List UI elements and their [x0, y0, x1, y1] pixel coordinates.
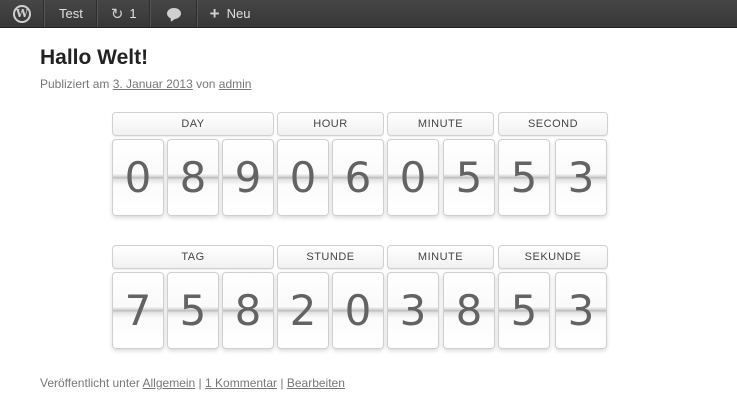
digit: 3: [555, 139, 607, 216]
wordpress-logo-icon: W: [13, 4, 31, 23]
author-link[interactable]: admin: [219, 77, 252, 91]
comment-icon: [166, 8, 181, 19]
footer-prefix: Veröffentlicht unter: [40, 376, 143, 390]
digit: 6: [332, 139, 384, 216]
label-day: DAY: [112, 112, 274, 136]
new-content-button[interactable]: + Neu: [198, 0, 263, 27]
plus-icon: +: [209, 4, 220, 23]
meta-mid: von: [192, 77, 219, 91]
digit: 0: [332, 272, 384, 349]
digit: 8: [443, 272, 495, 349]
digit: 8: [222, 272, 274, 349]
digit: 7: [112, 272, 164, 349]
digit: 3: [555, 272, 607, 349]
post-meta: Publiziert am 3. Januar 2013 von admin: [40, 77, 251, 91]
label-sekunde: SEKUNDE: [498, 245, 608, 269]
label-tag: TAG: [112, 245, 274, 269]
label-stunde: STUNDE: [277, 245, 384, 269]
separator: |: [277, 376, 287, 390]
post-date-link[interactable]: 3. Januar 2013: [113, 77, 193, 91]
digit: 5: [498, 272, 550, 349]
digit: 5: [498, 139, 550, 216]
digit: 8: [167, 139, 219, 216]
label-minute: MINUTE: [387, 112, 494, 136]
refresh-icon: ↻: [110, 5, 124, 23]
wordpress-menu[interactable]: W: [0, 0, 45, 27]
label-minute: MINUTE: [387, 245, 494, 269]
post-footer: Veröffentlicht unter Allgemein | 1 Komme…: [40, 376, 345, 390]
comments-link[interactable]: [151, 0, 198, 27]
digit: 2: [277, 272, 329, 349]
digit: 0: [387, 139, 439, 216]
admin-bar: W Test ↻ 1 + Neu: [0, 0, 737, 28]
updates-count: 1: [129, 6, 137, 21]
site-name-label: Test: [59, 6, 83, 21]
meta-prefix: Publiziert am: [40, 77, 113, 91]
digit: 3: [387, 272, 439, 349]
label-hour: HOUR: [277, 112, 384, 136]
site-name-link[interactable]: Test: [45, 0, 98, 27]
digit: 5: [167, 272, 219, 349]
category-link[interactable]: Allgemein: [143, 376, 196, 390]
updates-link[interactable]: ↻ 1: [98, 0, 151, 27]
label-second: SECOND: [498, 112, 608, 136]
digit: 5: [443, 139, 495, 216]
digit: 0: [112, 139, 164, 216]
digit: 9: [222, 139, 274, 216]
post-title[interactable]: Hallo Welt!: [40, 46, 148, 70]
new-label: Neu: [226, 6, 251, 21]
comments-link[interactable]: 1 Kommentar: [205, 376, 277, 390]
digit: 0: [277, 139, 329, 216]
separator: |: [195, 376, 206, 390]
edit-link[interactable]: Bearbeiten: [287, 376, 345, 390]
